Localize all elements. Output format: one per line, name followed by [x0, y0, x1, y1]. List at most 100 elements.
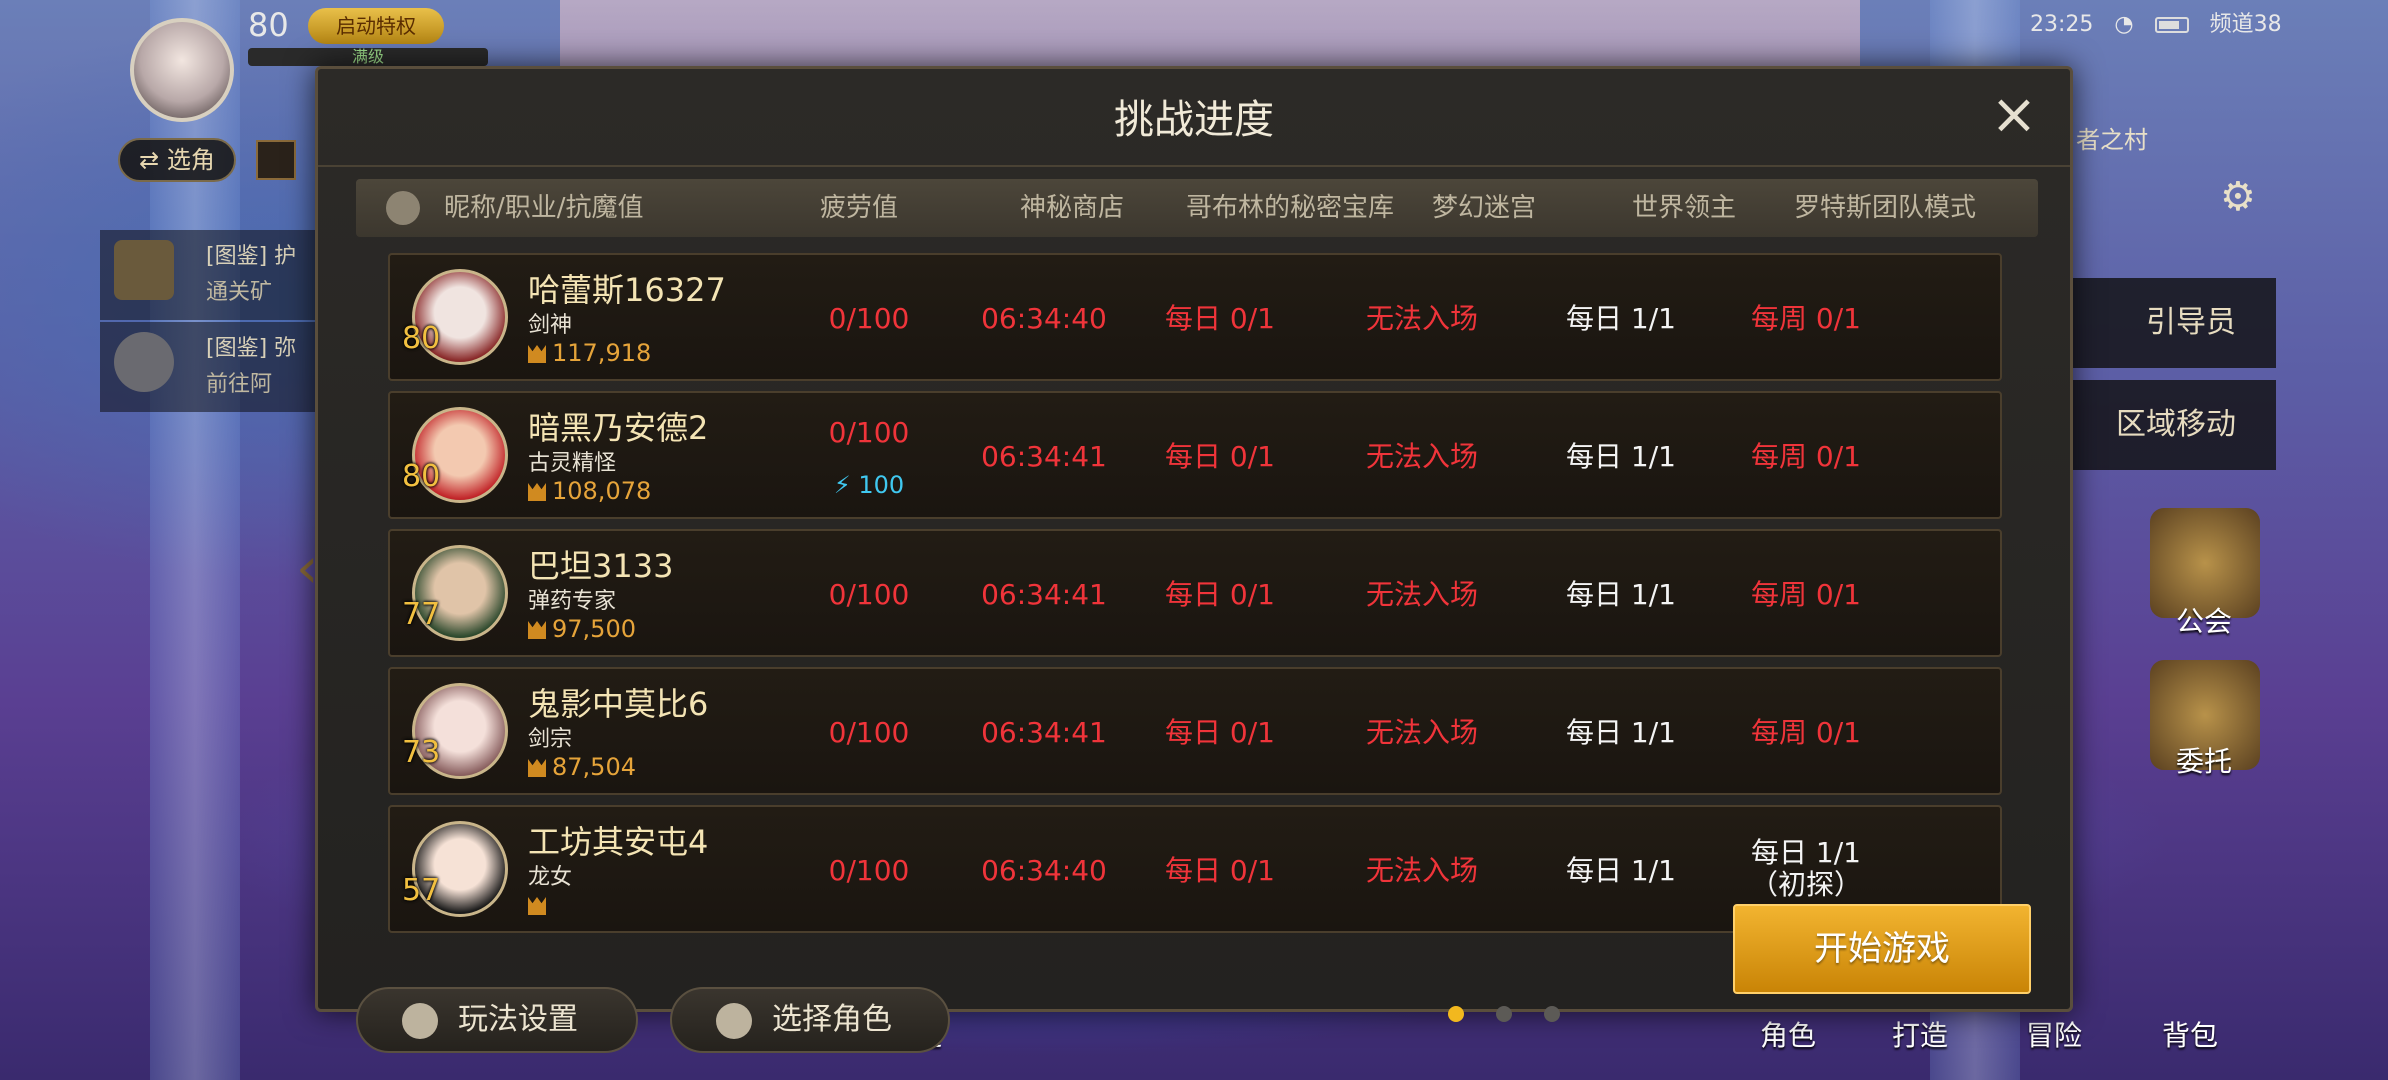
gear-icon[interactable]: ⚙ — [2220, 174, 2256, 220]
anti-magic-value: 117,918 — [528, 339, 651, 367]
character-level: 80 — [402, 321, 441, 356]
fatigue-value: 0/100 — [828, 854, 910, 887]
settings-label: 玩法设置 — [458, 1002, 578, 1037]
character-row[interactable]: 80 哈蕾斯16327 剑神 117,918 0/100 06:34:40 每日 0/1 无法… — [388, 253, 2002, 381]
world-lord-status: 每日 1/1 — [1566, 716, 1676, 749]
divider — [318, 165, 2070, 167]
area-move-button[interactable]: 区域移动 — [2040, 380, 2276, 470]
raid-status-text: 每日 1/1 — [1751, 836, 1861, 869]
anti-magic-value — [528, 891, 552, 919]
quest-title: [图鉴] 弥 — [206, 336, 297, 361]
map-name: 者之村 — [2076, 126, 2148, 154]
header-name: 昵称/职业/抗魔值 — [444, 193, 644, 223]
quest-title: [图鉴] 护 — [206, 244, 297, 269]
fatigue-value: 0/100 — [828, 716, 910, 749]
weapon-icon[interactable] — [256, 140, 296, 180]
crown-icon — [528, 483, 546, 501]
header-fatigue: 疲劳值 — [820, 193, 899, 223]
fatigue-text: 0/100 — [828, 416, 910, 449]
world-lord-status: 每日 1/1 — [1566, 578, 1676, 611]
shop-timer: 06:34:40 — [981, 854, 1107, 887]
challenge-progress-dialog: 挑战进度 × 昵称/职业/抗魔值 疲劳值 神秘商店 哥布林的秘密宝库 梦幻迷宫 … — [315, 66, 2073, 1053]
guide-button[interactable]: 引导员 — [2040, 278, 2276, 368]
shop-timer: 06:34:40 — [981, 302, 1107, 335]
crown-icon — [528, 345, 546, 363]
world-lord-status: 每日 1/1 — [1566, 302, 1676, 335]
dream-maze-status: 无法入场 — [1365, 302, 1478, 335]
header-raid: 罗特斯团队模式 — [1794, 193, 1977, 223]
character-class: 剑神 — [528, 313, 573, 338]
goblin-vault-status: 每日 0/1 — [1165, 440, 1275, 473]
exp-bar: 满级 — [248, 48, 488, 66]
status-bar: 23:25 ◔ 频道38 — [2030, 6, 2296, 38]
fatigue-value: 0/100 ⚡ 100 — [784, 393, 954, 521]
player-level: 80 — [248, 6, 289, 44]
wifi-icon: ◔ — [2114, 12, 2134, 37]
close-icon[interactable]: × — [1988, 87, 2040, 143]
privilege-badge[interactable]: 启动特权 — [308, 8, 444, 44]
scroll-icon — [114, 240, 174, 300]
start-game-button[interactable]: 开始游戏 — [1733, 904, 2031, 994]
switch-character-button[interactable]: ⇄ 选角 — [118, 138, 236, 182]
adventure-label[interactable]: 冒险 — [2026, 1014, 2082, 1054]
character-level: 57 — [402, 873, 441, 908]
character-row[interactable]: 77 巴坦3133 弹药专家 97,500 0/100 06:34:41 每日 0/1 无法入… — [388, 529, 2002, 657]
header-goblin: 哥布林的秘密宝库 — [1186, 193, 1395, 223]
header-maze: 梦幻迷宫 — [1432, 193, 1537, 223]
dream-maze-status: 无法入场 — [1365, 716, 1478, 749]
guild-label: 公会 — [2176, 605, 2233, 638]
header-lord: 世界领主 — [1632, 193, 1737, 223]
goblin-vault-status: 每日 0/1 — [1165, 716, 1275, 749]
commission-label: 委托 — [2176, 745, 2233, 778]
goblin-vault-status: 每日 0/1 — [1165, 854, 1275, 887]
character-name: 暗黑乃安德2 — [528, 409, 709, 447]
character-level: 80 — [402, 459, 441, 494]
clock: 23:25 — [2030, 12, 2094, 37]
quest-subtitle: 通关矿 — [206, 280, 273, 305]
page-dot[interactable] — [1448, 1006, 1464, 1022]
dream-maze-status: 无法入场 — [1365, 854, 1478, 887]
character-name: 鬼影中莫比6 — [528, 685, 709, 723]
player-avatar[interactable] — [130, 18, 234, 122]
page-dot[interactable] — [1544, 1006, 1560, 1022]
select-character-button[interactable]: 选择角色 — [670, 987, 950, 1053]
character-list[interactable]: 80 哈蕾斯16327 剑神 117,918 0/100 06:34:40 每日 0/1 无法… — [318, 245, 2070, 950]
crown-icon — [528, 621, 546, 639]
dream-maze-status: 无法入场 — [1365, 578, 1478, 611]
fatigue-value: 0/100 — [828, 302, 910, 335]
bonus-fatigue: ⚡ 100 — [784, 471, 954, 499]
character-class: 弹药专家 — [528, 589, 617, 614]
dream-maze-status: 无法入场 — [1365, 440, 1478, 473]
anti-magic-number: 108,078 — [552, 477, 652, 505]
page-dot[interactable] — [1496, 1006, 1512, 1022]
character-class: 古灵精怪 — [528, 451, 617, 476]
gear-icon — [402, 1003, 438, 1039]
character-class: 剑宗 — [528, 727, 573, 752]
anti-magic-number: 87,504 — [552, 753, 636, 781]
dialog-title: 挑战进度 — [1114, 97, 1274, 143]
header-shop: 神秘商店 — [1020, 193, 1125, 223]
lightning-icon: ⚡ — [833, 471, 859, 499]
raid-status: 每周 0/1 — [1751, 440, 1861, 473]
character-name: 哈蕾斯16327 — [528, 271, 726, 309]
select-character-label: 选择角色 — [772, 1002, 892, 1037]
crown-icon — [528, 897, 546, 915]
forge-label[interactable]: 打造 — [1892, 1014, 1948, 1054]
settings-button[interactable]: 玩法设置 — [356, 987, 638, 1053]
raid-status: 每周 0/1 — [1751, 302, 1861, 335]
anti-magic-value: 97,500 — [528, 615, 636, 643]
bonus-fatigue-value: 100 — [858, 471, 905, 499]
table-header: 昵称/职业/抗魔值 疲劳值 神秘商店 哥布林的秘密宝库 梦幻迷宫 世界领主 罗特… — [356, 179, 2038, 237]
raid-note: （初探） — [1749, 868, 1862, 901]
character-level: 77 — [402, 597, 441, 632]
character-label[interactable]: 角色 — [1760, 1014, 1816, 1054]
shop-timer: 06:34:41 — [981, 716, 1107, 749]
character-name: 工坊其安屯4 — [528, 823, 709, 861]
fatigue-value: 0/100 — [828, 578, 910, 611]
raid-status: 每周 0/1 — [1751, 716, 1861, 749]
battery-icon — [2154, 17, 2189, 33]
character-row[interactable]: 80 暗黑乃安德2 古灵精怪 108,078 0/100 ⚡ 100 06:34:41 每日 … — [388, 391, 2002, 519]
bag-label[interactable]: 背包 — [2162, 1014, 2218, 1054]
goblin-vault-status: 每日 0/1 — [1165, 302, 1275, 335]
character-row[interactable]: 73 鬼影中莫比6 剑宗 87,504 0/100 06:34:41 每日 0/1 无法入场 每… — [388, 667, 2002, 795]
